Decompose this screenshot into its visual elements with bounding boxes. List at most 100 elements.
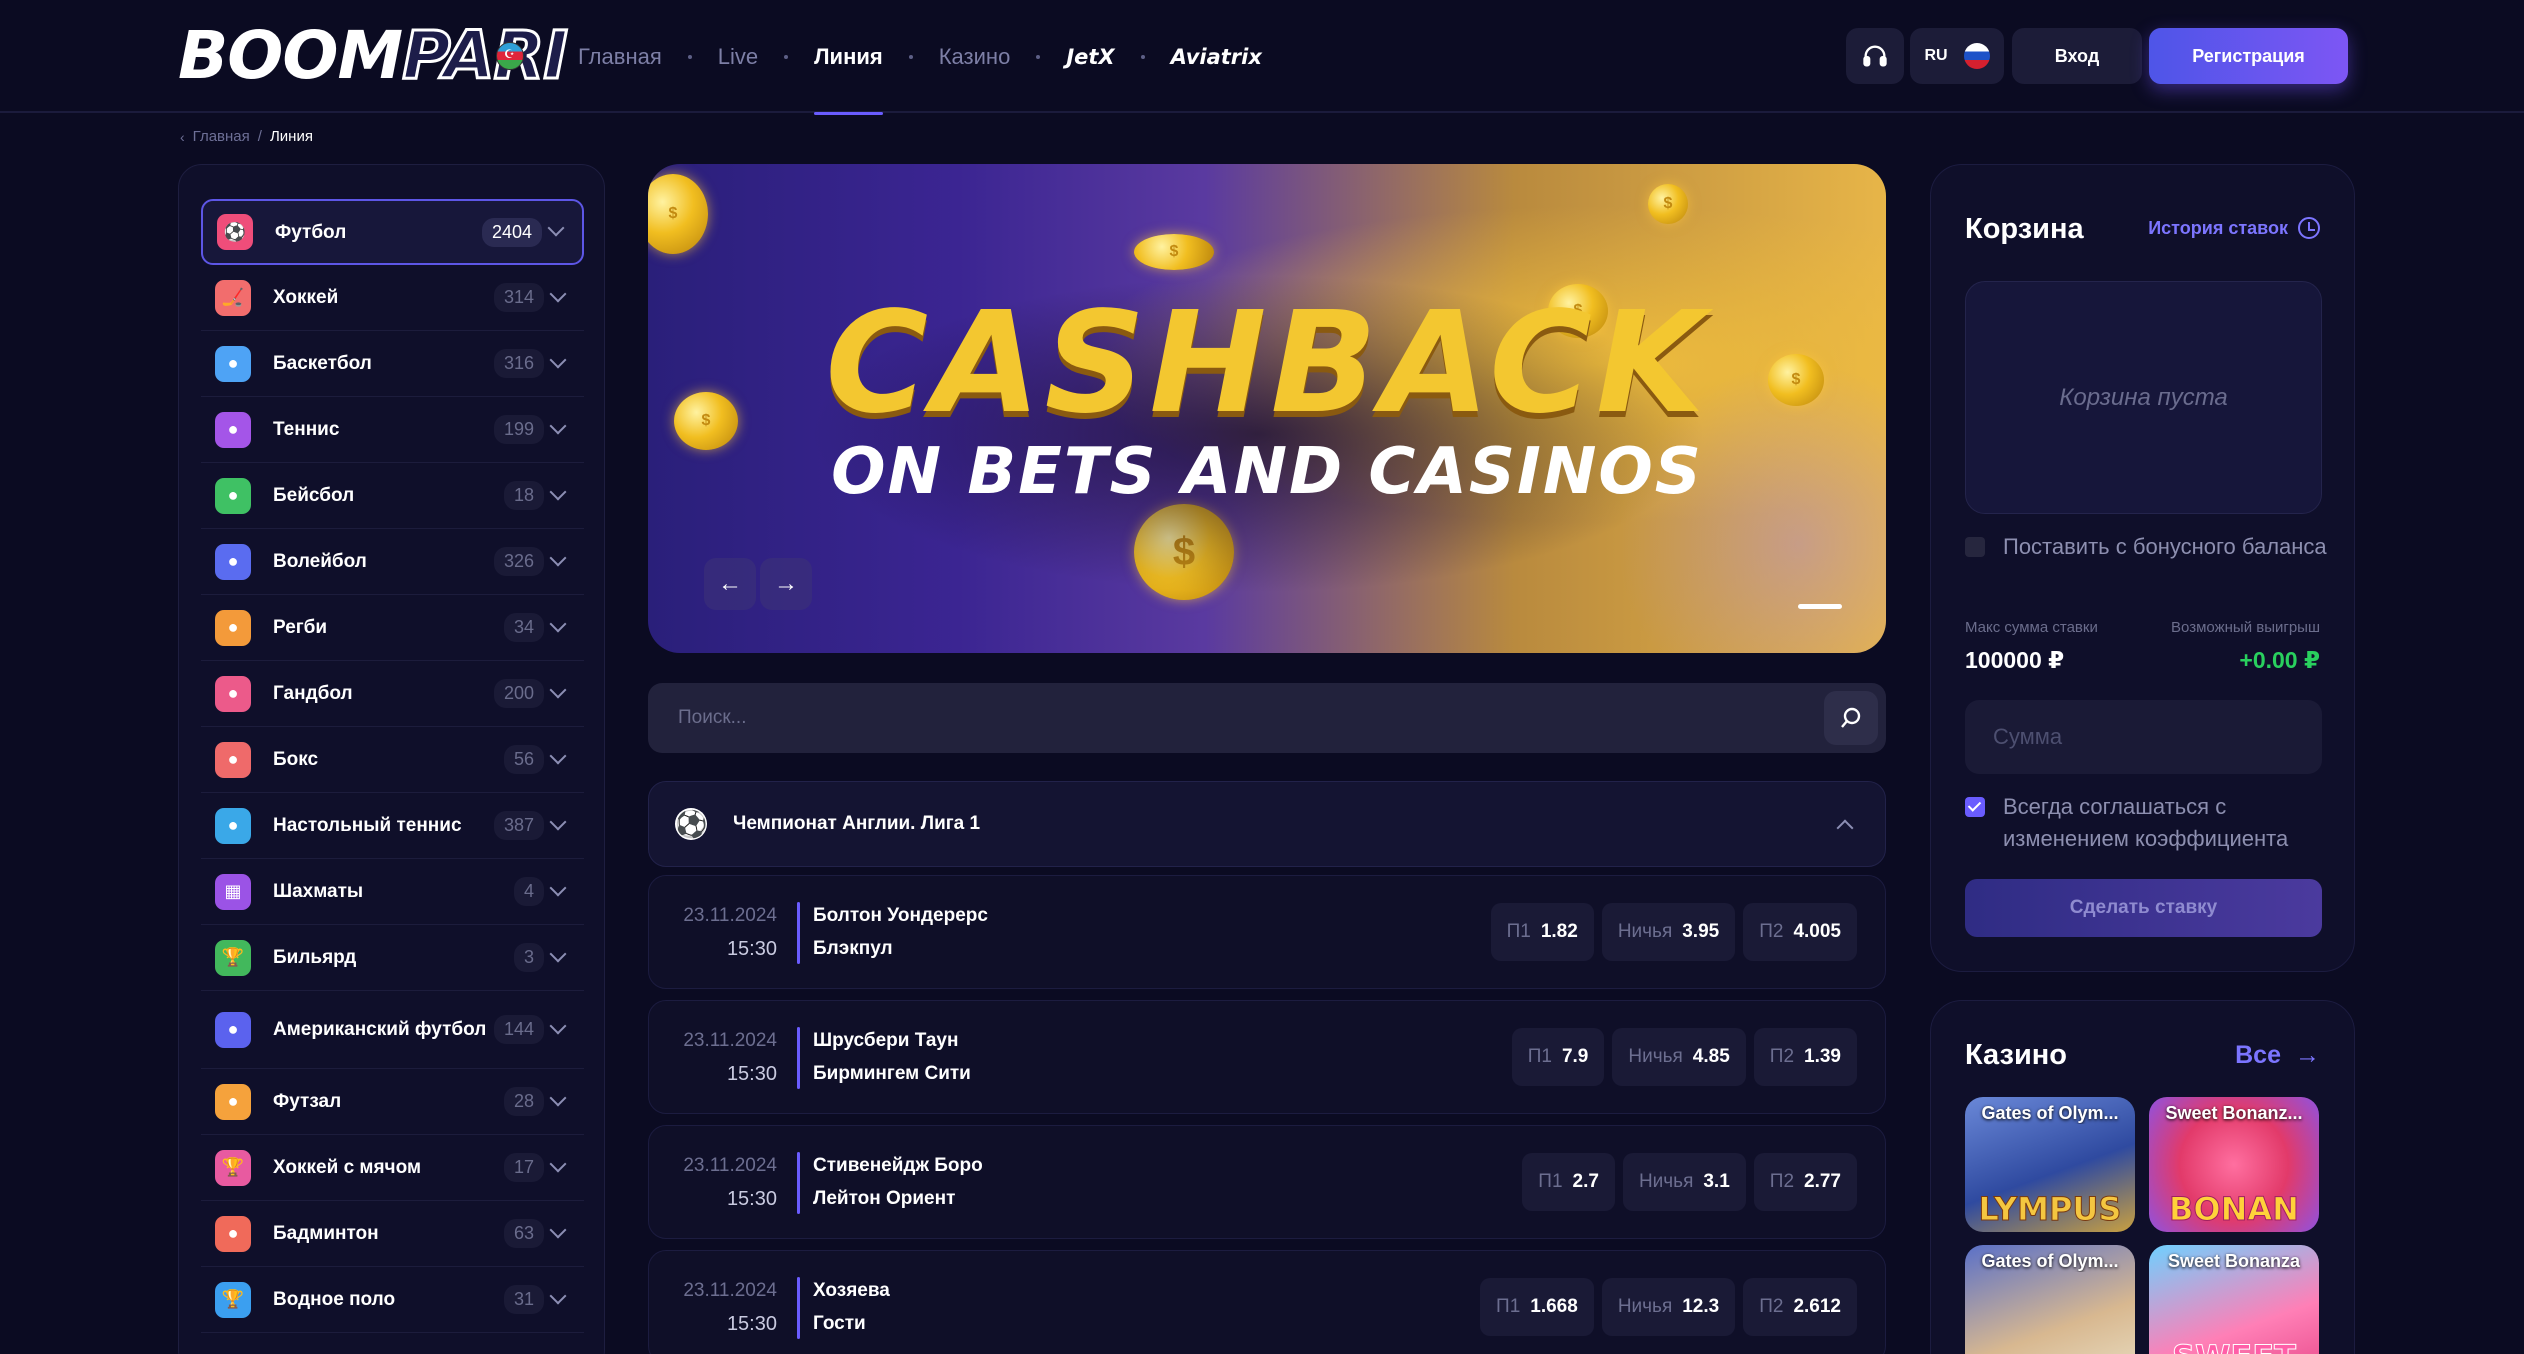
game-tile-gates-of-olympus[interactable]: Gates of Olym...	[1965, 1245, 2135, 1354]
banner-prev-button[interactable]: ←	[704, 558, 756, 610]
game-tile-sweet-bonanza[interactable]: Sweet Bonanz... BONAN	[2149, 1097, 2319, 1232]
casino-all-label: Все	[2235, 1041, 2281, 1069]
banner-pagination-indicator[interactable]	[1798, 604, 1842, 609]
nav-jetx[interactable]: JetX	[1066, 0, 1114, 113]
match-row[interactable]: 23.11.2024 15:30 Хозяева Гости П1 1.668 Ничья 1…	[648, 1250, 1886, 1354]
odds-button[interactable]: Ничья 3.1	[1622, 1153, 1746, 1211]
sidebar-item-sport[interactable]: ⚽ Футбол 2404	[201, 199, 584, 265]
water-polo-icon: 🏆	[215, 1281, 251, 1318]
odds-button[interactable]: Ничья 12.3	[1601, 1278, 1736, 1336]
volleyball-icon: ●	[215, 543, 251, 580]
odds-button[interactable]: П2 2.77	[1753, 1153, 1857, 1211]
chevron-down-icon[interactable]	[547, 219, 565, 237]
match-divider	[797, 902, 800, 964]
game-tile-sweet-bonanza[interactable]: Sweet Bonanza SWEET	[2149, 1245, 2319, 1354]
nav-home[interactable]: Главная	[578, 0, 662, 113]
bet-history-link[interactable]: История ставок	[2148, 217, 2320, 239]
login-button[interactable]: Вход	[2012, 28, 2142, 84]
support-button[interactable]	[1846, 28, 1904, 84]
bet-slip-empty: Корзина пуста	[1965, 281, 2322, 514]
main-nav: Главная Live Линия Казино JetX Aviatrix	[578, 0, 1262, 115]
sidebar-item-sport[interactable]: ● Баскетбол 316	[201, 331, 584, 397]
sport-name: Футзал	[273, 1091, 342, 1112]
chevron-down-icon[interactable]	[549, 549, 567, 566]
chevron-down-icon[interactable]	[549, 1017, 567, 1034]
odds-button[interactable]: П1 1.82	[1490, 903, 1594, 961]
chevron-down-icon[interactable]	[549, 747, 567, 764]
promo-banner[interactable]: CASHBACK ON BETS AND CASINOS ← →	[648, 164, 1886, 653]
casino-all-link[interactable]: Все →	[2235, 1041, 2320, 1070]
away-team: Лейтон Ориент	[813, 1188, 956, 1209]
nav-aviatrix[interactable]: Aviatrix	[1171, 0, 1262, 113]
language-selector[interactable]: RU	[1910, 28, 2004, 84]
odds-outcome-label: П2	[1769, 1171, 1795, 1192]
chevron-up-icon[interactable]	[1836, 819, 1854, 837]
chevron-down-icon[interactable]	[549, 879, 567, 896]
nav-separator	[908, 54, 913, 59]
sidebar-item-sport[interactable]: ● Настольный теннис 387	[201, 793, 584, 859]
chevron-down-icon[interactable]	[549, 1155, 567, 1172]
sidebar-item-sport[interactable]: 🏒 Хоккей 314	[201, 265, 584, 331]
chevron-down-icon[interactable]	[549, 945, 567, 962]
odds-button[interactable]: П1 2.7	[1522, 1153, 1615, 1211]
game-title: Gates of Olym...	[1981, 1103, 2119, 1123]
chevron-down-icon[interactable]	[549, 1089, 567, 1106]
sidebar-item-sport[interactable]: 🏆 Водное поло 31	[201, 1267, 584, 1333]
chess-icon: ▦	[215, 873, 251, 910]
odds-group: П1 7.9 Ничья 4.85 П2 1.39	[1511, 1028, 1857, 1086]
chevron-down-icon[interactable]	[549, 813, 567, 830]
odds-button[interactable]: П2 2.612	[1743, 1278, 1857, 1336]
chevron-down-icon[interactable]	[549, 417, 567, 434]
chevron-down-icon[interactable]	[549, 1221, 567, 1238]
odds-button[interactable]: Ничья 3.95	[1601, 903, 1736, 961]
search-input[interactable]	[648, 683, 1824, 753]
chevron-down-icon[interactable]	[549, 1287, 567, 1304]
sidebar-item-sport[interactable]: ● Волейбол 326	[201, 529, 584, 595]
odds-button[interactable]: П2 1.39	[1753, 1028, 1857, 1086]
nav-live[interactable]: Live	[718, 0, 758, 113]
chevron-down-icon[interactable]	[549, 285, 567, 302]
stake-amount-input[interactable]	[1965, 700, 2322, 774]
russia-flag-icon	[1963, 43, 1990, 69]
sidebar-item-sport[interactable]: 🏆 Хоккей с мячом 17	[201, 1135, 584, 1201]
sidebar-item-sport[interactable]: ● Теннис 199	[201, 397, 584, 463]
nav-casino[interactable]: Казино	[939, 0, 1011, 113]
sport-name: Теннис	[273, 419, 340, 440]
chevron-down-icon[interactable]	[549, 681, 567, 698]
accept-odds-change-checkbox[interactable]	[1965, 797, 1985, 817]
sidebar-item-sport[interactable]: ● Регби 34	[201, 595, 584, 661]
chevron-left-icon: ‹	[180, 128, 185, 145]
sport-name: Хоккей с мячом	[273, 1157, 422, 1178]
banner-next-button[interactable]: →	[760, 558, 812, 610]
sidebar-item-sport[interactable]: ▦ Шахматы 4	[201, 859, 584, 925]
sidebar-item-sport[interactable]: 🏆 Бильярд 3	[201, 925, 584, 991]
place-bet-button[interactable]: Сделать ставку	[1965, 879, 2322, 937]
sidebar-item-sport[interactable]: ● Бадминтон 63	[201, 1201, 584, 1267]
search-button[interactable]	[1824, 691, 1878, 745]
match-time: 15:30	[726, 1188, 777, 1210]
sidebar-item-sport[interactable]: ● Футзал 28	[201, 1069, 584, 1135]
sidebar-item-sport[interactable]: ● Гандбол 200	[201, 661, 584, 727]
odds-button[interactable]: П1 7.9	[1511, 1028, 1605, 1086]
nav-line[interactable]: Линия	[814, 0, 883, 115]
sidebar-item-sport[interactable]: ● Бейсбол 18	[201, 463, 584, 529]
match-row[interactable]: 23.11.2024 15:30 Стивенейдж Боро Лейтон Ори…	[648, 1125, 1886, 1239]
sidebar-item-sport[interactable]: ● Американский футбол 144	[201, 991, 584, 1069]
league-header[interactable]: ⚽ Чемпионат Англии. Лига 1	[648, 781, 1886, 867]
chevron-down-icon[interactable]	[549, 351, 567, 368]
bonus-balance-checkbox[interactable]	[1965, 537, 1985, 557]
game-tile-gates-of-olympus[interactable]: Gates of Olym... LYMPUS	[1965, 1097, 2135, 1232]
register-button[interactable]: Регистрация	[2149, 28, 2348, 84]
sidebar-item-sport[interactable]: ● Бокс 56	[201, 727, 584, 793]
odds-button[interactable]: П2 4.005	[1743, 903, 1857, 961]
chevron-down-icon[interactable]	[549, 483, 567, 500]
nav-separator	[1140, 54, 1145, 59]
match-row[interactable]: 23.11.2024 15:30 Болтон Уондерерс Блэкпул П1…	[648, 875, 1886, 989]
match-row[interactable]: 23.11.2024 15:30 Шрусбери Таун Бирмингем Си…	[648, 1000, 1886, 1114]
odds-button[interactable]: Ничья 4.85	[1612, 1028, 1746, 1086]
breadcrumb-home[interactable]: Главная	[193, 128, 250, 145]
chevron-down-icon[interactable]	[549, 615, 567, 632]
odds-value: 3.95	[1682, 921, 1720, 942]
billiards-icon: 🏆	[215, 939, 251, 976]
odds-button[interactable]: П1 1.668	[1480, 1278, 1594, 1336]
